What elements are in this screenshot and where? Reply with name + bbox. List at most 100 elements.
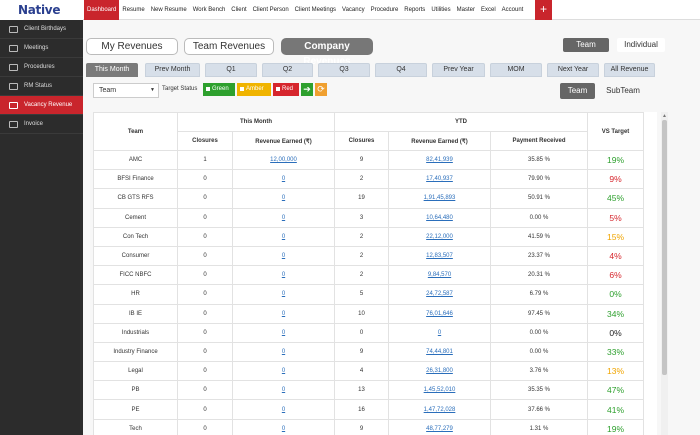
cell-tm-revenue-link[interactable]: 0 xyxy=(282,195,285,201)
scroll-up-icon[interactable]: ▲ xyxy=(662,113,667,119)
cell-ytd-revenue-link[interactable]: 24,72,587 xyxy=(426,291,453,297)
cell-tm-revenue-link[interactable]: 0 xyxy=(282,426,285,432)
revenue-table: Team This Month YTD VS Target Closures R… xyxy=(93,112,645,435)
table-row: FICC NBFC 0 0 2 9,84,570 20.31 % 6% xyxy=(93,265,645,286)
scrollbar-thumb[interactable] xyxy=(662,120,667,375)
cell-tm-revenue-link[interactable]: 0 xyxy=(282,291,285,297)
sidebar-item-invoice[interactable]: Invoice xyxy=(0,115,83,134)
team-revenues-button[interactable]: Team Revenues xyxy=(184,38,274,55)
cell-ytd-revenue-link[interactable]: 12,83,507 xyxy=(426,253,453,259)
nav-vacancy[interactable]: Vacancy xyxy=(339,0,368,20)
cell-tm-revenue: 0 xyxy=(232,169,335,190)
nav-reports[interactable]: Reports xyxy=(401,0,428,20)
tab-q3[interactable]: Q3 xyxy=(318,63,370,77)
main-nav: Dashboard Resume New Resume Work Bench C… xyxy=(84,0,526,20)
cell-tm-revenue-link[interactable]: 0 xyxy=(282,272,285,278)
my-revenues-button[interactable]: My Revenues xyxy=(86,38,178,55)
cell-tm-revenue: 0 xyxy=(232,399,335,420)
nav-client-person[interactable]: Client Person xyxy=(250,0,292,20)
app-logo[interactable]: Native xyxy=(0,0,83,20)
cell-ytd-revenue-link[interactable]: 10,64,480 xyxy=(426,215,453,221)
cell-tm-revenue-link[interactable]: 0 xyxy=(282,387,285,393)
group-header-ytd: YTD xyxy=(333,112,589,132)
nav-work-bench[interactable]: Work Bench xyxy=(190,0,229,20)
cell-ytd-revenue-link[interactable]: 48,77,279 xyxy=(426,426,453,432)
nav-procedure[interactable]: Procedure xyxy=(368,0,402,20)
nav-utilities[interactable]: Utilities xyxy=(428,0,453,20)
cell-ytd-closures: 13 xyxy=(334,380,389,401)
nav-client[interactable]: Client xyxy=(228,0,249,20)
nav-master[interactable]: Master xyxy=(454,0,478,20)
cell-ytd-revenue-link[interactable]: 1,47,72,028 xyxy=(424,407,456,413)
cell-tm-closures: 0 xyxy=(177,303,233,324)
cell-tm-revenue-link[interactable]: 0 xyxy=(282,368,285,374)
cell-ytd-revenue-link[interactable]: 76,01,646 xyxy=(426,311,453,317)
sidebar-item-meetings[interactable]: Meetings xyxy=(0,39,83,58)
sidebar-item-procedures[interactable]: Procedures xyxy=(0,58,83,77)
cell-ytd-revenue-link[interactable]: 26,31,800 xyxy=(426,368,453,374)
sidebar-item-client-birthdays[interactable]: Client Birthdays xyxy=(0,20,83,39)
arrow-right-icon[interactable]: ➔ xyxy=(301,83,313,96)
table-scrollbar[interactable]: ▲ xyxy=(661,112,668,435)
cell-tm-revenue-link[interactable]: 0 xyxy=(282,234,285,240)
cell-tm-revenue-link[interactable]: 0 xyxy=(282,311,285,317)
status-red-filter[interactable]: Red xyxy=(273,83,299,96)
nav-client-meetings[interactable]: Client Meetings xyxy=(292,0,339,20)
cell-ytd-revenue-link[interactable]: 1,45,52,010 xyxy=(424,387,456,393)
cell-tm-revenue-link[interactable]: 0 xyxy=(282,176,285,182)
team-select[interactable]: Team ▼ xyxy=(93,83,159,98)
company-revenues-button[interactable]: Company Revenues xyxy=(281,38,373,67)
cell-tm-revenue: 0 xyxy=(232,188,335,209)
cell-tm-revenue-link[interactable]: 0 xyxy=(282,349,285,355)
team-toggle-button[interactable]: Team xyxy=(563,38,609,52)
individual-toggle-button[interactable]: Individual xyxy=(617,38,665,52)
team-group-button[interactable]: Team xyxy=(560,83,595,99)
cell-ytd-revenue: 76,01,646 xyxy=(388,303,491,324)
cell-payment-received: 37.66 % xyxy=(489,399,589,420)
cell-ytd-revenue-link[interactable]: 9,84,570 xyxy=(428,272,451,278)
nav-dashboard[interactable]: Dashboard xyxy=(84,0,120,20)
subteam-group-button[interactable]: SubTeam xyxy=(603,83,643,99)
status-green-filter[interactable]: Green xyxy=(203,83,235,96)
add-button[interactable]: + xyxy=(535,0,552,20)
cell-tm-revenue-link[interactable]: 12,00,000 xyxy=(270,157,297,163)
cell-tm-closures: 1 xyxy=(177,149,233,171)
cell-ytd-revenue-link[interactable]: 0 xyxy=(438,330,441,336)
nav-new-resume[interactable]: New Resume xyxy=(148,0,190,20)
cell-payment-received: 20.31 % xyxy=(489,265,589,286)
cell-ytd-revenue-link[interactable]: 74,44,801 xyxy=(426,349,453,355)
tab-all-revenue[interactable]: All Revenue xyxy=(604,63,655,77)
tab-q1[interactable]: Q1 xyxy=(205,63,257,77)
refresh-icon[interactable]: ⟳ xyxy=(315,83,327,96)
status-amber-filter[interactable]: Amber xyxy=(237,83,271,96)
tab-mom[interactable]: MOM xyxy=(490,63,542,77)
invoice-icon xyxy=(9,120,18,128)
nav-resume[interactable]: Resume xyxy=(119,0,147,20)
cell-ytd-revenue-link[interactable]: 17,40,937 xyxy=(426,176,453,182)
cell-team: Tech xyxy=(93,418,178,435)
cell-tm-revenue-link[interactable]: 0 xyxy=(282,330,285,336)
tab-q4[interactable]: Q4 xyxy=(375,63,427,77)
tab-prev-year[interactable]: Prev Year xyxy=(432,63,485,77)
cell-tm-revenue-link[interactable]: 0 xyxy=(282,407,285,413)
sidebar-item-rm-status[interactable]: RM Status xyxy=(0,77,83,96)
cell-tm-revenue-link[interactable]: 0 xyxy=(282,215,285,221)
tab-q2[interactable]: Q2 xyxy=(262,63,313,77)
cell-team: AMC xyxy=(93,149,178,171)
cell-ytd-revenue-link[interactable]: 1,91,45,893 xyxy=(424,195,456,201)
cell-ytd-revenue-link[interactable]: 82,41,939 xyxy=(426,157,453,163)
nav-account[interactable]: Account xyxy=(499,0,527,20)
cell-ytd-revenue-link[interactable]: 22,12,000 xyxy=(426,234,453,240)
tab-prev-month[interactable]: Prev Month xyxy=(145,63,200,77)
cell-tm-revenue: 0 xyxy=(232,226,335,247)
cell-tm-revenue-link[interactable]: 0 xyxy=(282,253,285,259)
col-header-tm-closures: Closures xyxy=(177,131,233,151)
tab-next-year[interactable]: Next Year xyxy=(547,63,599,77)
cell-vs-target: 34% xyxy=(587,303,645,324)
cell-ytd-revenue: 0 xyxy=(388,322,491,343)
cell-payment-received: 97.45 % xyxy=(489,303,589,324)
cell-ytd-closures: 9 xyxy=(334,149,389,171)
tab-this-month[interactable]: This Month xyxy=(86,63,138,77)
sidebar-item-vacancy-revenue[interactable]: Vacancy Revenue xyxy=(0,96,83,115)
nav-excel[interactable]: Excel xyxy=(478,0,499,20)
